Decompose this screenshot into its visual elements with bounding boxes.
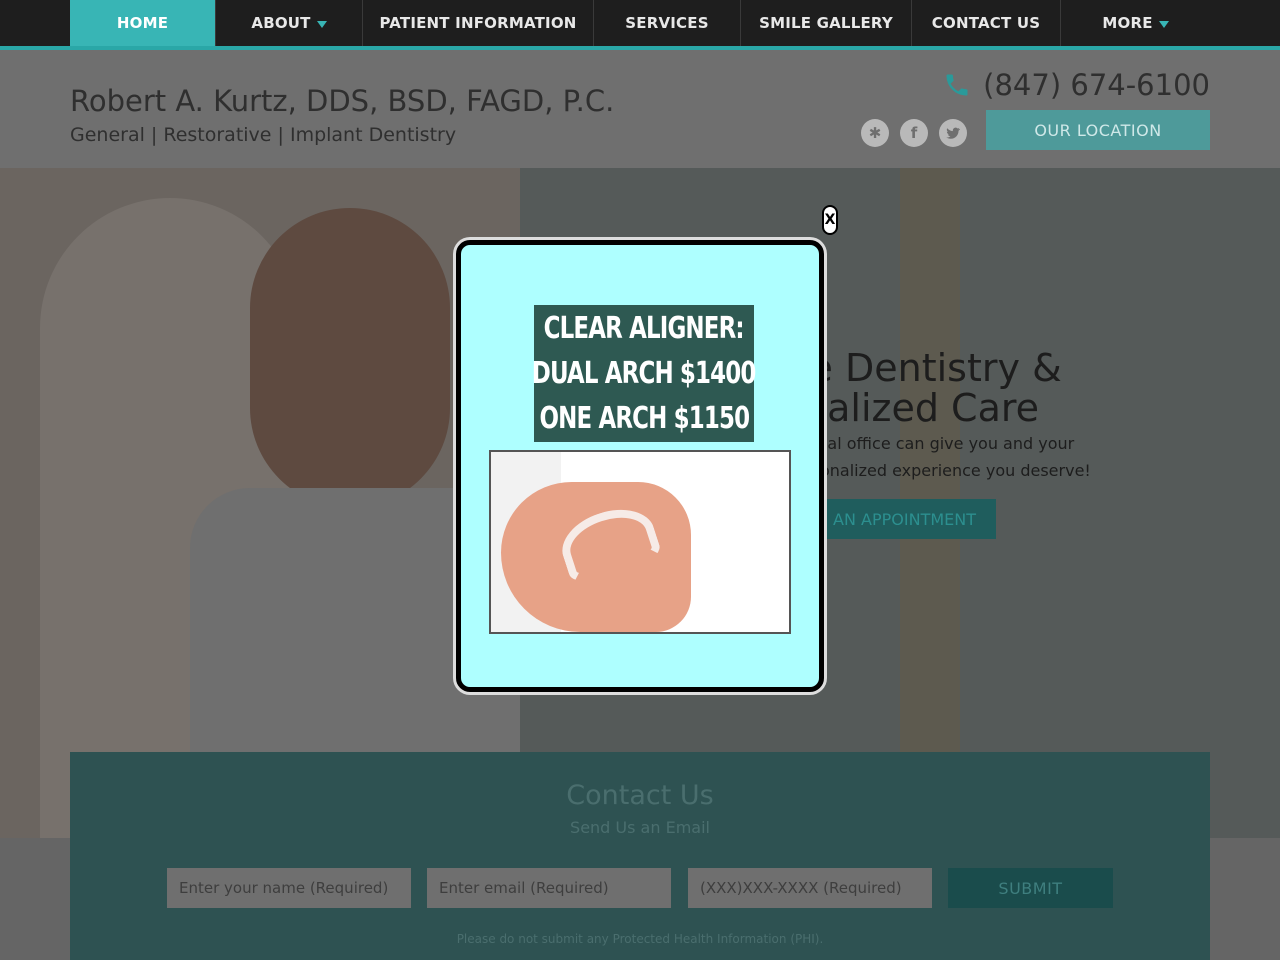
yelp-icon[interactable]: ✱ xyxy=(861,119,889,147)
site-header: Robert A. Kurtz, DDS, BSD, FAGD, P.C. Ge… xyxy=(0,50,1280,168)
phone-link[interactable]: (847) 674-6100 xyxy=(943,68,1210,102)
nav-contact-us[interactable]: CONTACT US xyxy=(912,0,1061,46)
contact-form-section: Contact Us Send Us an Email SUBMIT Pleas… xyxy=(70,752,1210,960)
twitter-bird-glyph xyxy=(946,127,960,139)
nav-about-label: ABOUT xyxy=(251,14,311,32)
phone-input[interactable] xyxy=(688,868,932,908)
close-icon[interactable]: X xyxy=(822,205,838,235)
our-location-button[interactable]: OUR LOCATION xyxy=(986,110,1210,150)
promo-line-1: CLEAR ALIGNER: xyxy=(543,311,745,346)
nav-contact-us-label: CONTACT US xyxy=(931,14,1041,32)
nav-more-label: MORE xyxy=(1102,14,1153,32)
nav-home-label: HOME xyxy=(116,14,169,32)
submit-button[interactable]: SUBMIT xyxy=(948,868,1113,908)
nav-services-label: SERVICES xyxy=(625,14,709,32)
phone-icon xyxy=(946,74,968,96)
practice-name: Robert A. Kurtz, DDS, BSD, FAGD, P.C. xyxy=(70,84,615,118)
twitter-icon[interactable] xyxy=(939,119,967,147)
promo-line-3: ONE ARCH $1150 xyxy=(539,401,750,436)
aligner-photo xyxy=(489,450,791,634)
promo-popup: CLEAR ALIGNER: DUAL ARCH $1400 ONE ARCH … xyxy=(456,240,824,692)
nav-patient-information-label: PATIENT INFORMATION xyxy=(379,14,577,32)
promo-line-2: DUAL ARCH $1400 xyxy=(532,356,757,391)
practice-tagline: General | Restorative | Implant Dentistr… xyxy=(70,124,457,146)
contact-title: Contact Us xyxy=(566,780,714,811)
nav-smile-gallery[interactable]: SMILE GALLERY xyxy=(741,0,912,46)
facebook-icon[interactable]: f xyxy=(900,119,928,147)
phone-number: (847) 674-6100 xyxy=(983,68,1210,102)
nav-more[interactable]: MORE xyxy=(1061,0,1210,46)
contact-subtitle: Send Us an Email xyxy=(570,818,710,837)
nav-patient-information[interactable]: PATIENT INFORMATION xyxy=(363,0,594,46)
chevron-down-icon xyxy=(316,20,327,28)
nav-services[interactable]: SERVICES xyxy=(594,0,741,46)
nav-home[interactable]: HOME xyxy=(70,0,216,46)
top-navigation: HOME ABOUT PATIENT INFORMATION SERVICES … xyxy=(0,0,1280,50)
nav-smile-gallery-label: SMILE GALLERY xyxy=(759,14,893,32)
hero-photo-man xyxy=(250,208,450,508)
nav-about[interactable]: ABOUT xyxy=(216,0,363,46)
chevron-down-icon xyxy=(1158,20,1169,28)
phi-notice: Please do not submit any Protected Healt… xyxy=(456,932,824,946)
name-input[interactable] xyxy=(167,868,411,908)
promo-banner: CLEAR ALIGNER: DUAL ARCH $1400 ONE ARCH … xyxy=(532,305,757,442)
email-input[interactable] xyxy=(427,868,671,908)
